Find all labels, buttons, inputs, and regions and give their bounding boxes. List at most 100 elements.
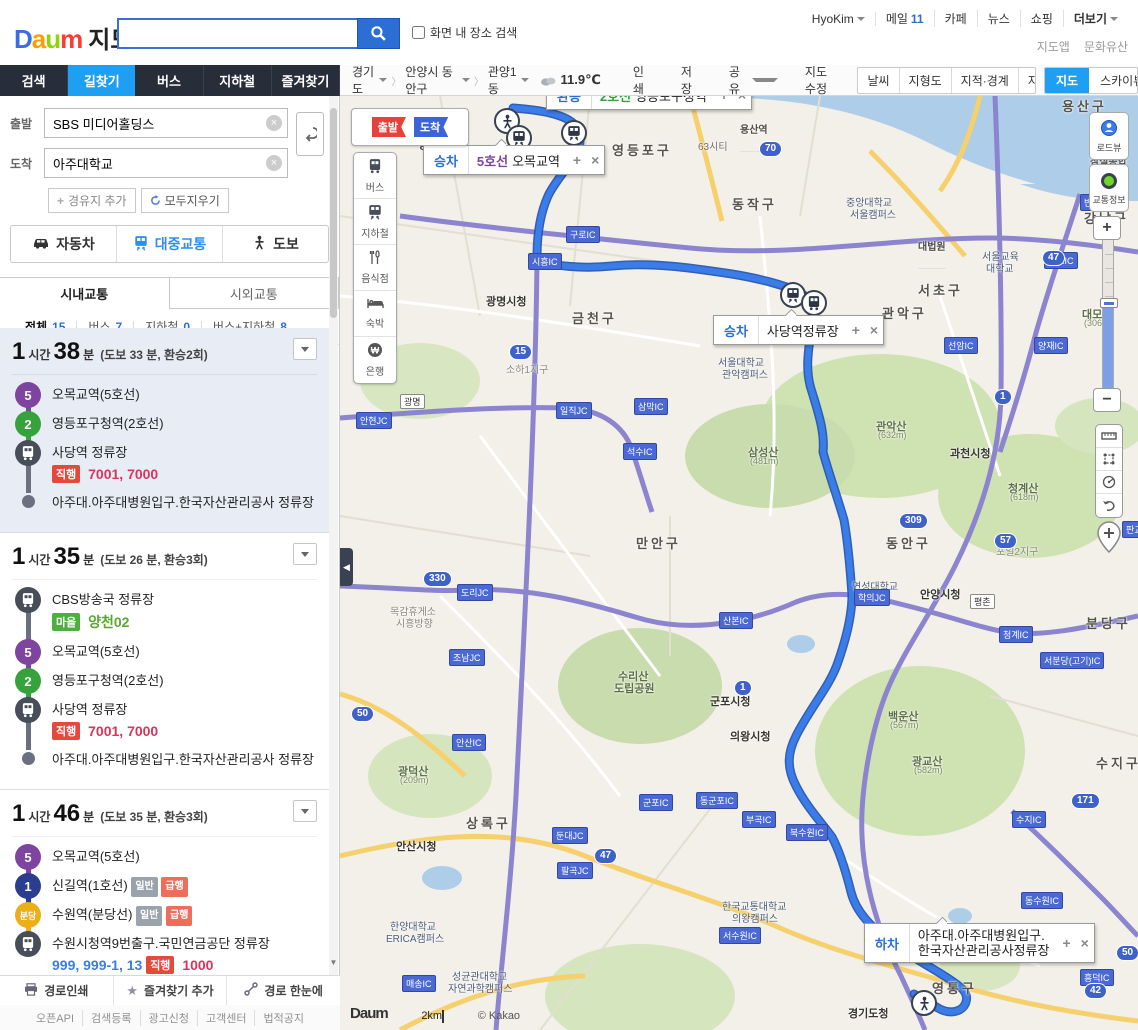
clear-all-button[interactable]: 모두지우기	[141, 188, 229, 213]
bubble-add-waypoint-icon[interactable]: +	[715, 96, 733, 103]
bubble-close-icon[interactable]: ×	[1076, 935, 1094, 951]
toolbar-link[interactable]: 인쇄	[615, 63, 663, 97]
bubble-close-icon[interactable]: ×	[586, 152, 604, 168]
swap-start-end-button[interactable]	[296, 112, 324, 156]
footer-link[interactable]: 오픈API	[28, 1010, 83, 1026]
map-info-bubble[interactable]: 승차5호선오목교역+×	[423, 145, 605, 175]
mode-tab-train[interactable]: 대중교통	[117, 226, 223, 262]
map-canvas[interactable]: 양천구영등포구63시티용산역용산구동작구강남구서초구관악구금천구광명시청중앙대학…	[340, 96, 1138, 1030]
scroll-down-icon[interactable]: ▼	[329, 958, 338, 967]
measure-distance-button[interactable]	[1096, 425, 1122, 448]
roadview-button[interactable]: 로드뷰	[1089, 112, 1129, 160]
mode-tab-car[interactable]: 자동차	[11, 226, 117, 262]
poi-button-food[interactable]: 음식점	[354, 245, 396, 291]
bus-number[interactable]: 양천02	[88, 614, 129, 630]
end-flag-button[interactable]: 도착	[414, 117, 448, 137]
zoom-slider-handle[interactable]	[1100, 298, 1118, 308]
sidebar-scrollbar[interactable]	[329, 96, 338, 975]
bubble-close-icon[interactable]: ×	[733, 96, 751, 103]
breadcrumb-item[interactable]: 경기도	[352, 63, 387, 97]
bus-number[interactable]: 999, 999-1, 13	[52, 957, 142, 973]
sidebar-collapse-handle[interactable]: ◀	[340, 548, 353, 586]
service-link[interactable]: 지도앱	[1037, 38, 1070, 55]
route-card[interactable]: 1시간35분(도보 26 분, 환승3회)CBS방송국 정류장마을 양천02 5…	[0, 533, 329, 790]
service-link[interactable]: 문화유산	[1084, 38, 1128, 55]
poi-button-bed[interactable]: 숙박	[354, 291, 396, 337]
action-route-overview[interactable]: 경로 한눈에	[227, 976, 340, 1005]
bus-number[interactable]: 7001, 7000	[88, 723, 158, 739]
bus-number[interactable]: 1000	[182, 957, 213, 973]
breadcrumb-item[interactable]: 관양1동	[488, 63, 529, 97]
poi-button-bus[interactable]: 버스	[354, 153, 396, 199]
map-info-bubble[interactable]: 승차사당역정류장+×	[713, 315, 884, 345]
nav-tab[interactable]: 지하철	[204, 65, 272, 96]
zoom-out-button[interactable]: −	[1093, 388, 1121, 412]
user-account[interactable]: HyoKim	[802, 12, 876, 26]
map-info-bubble[interactable]: 하차아주대.아주대병원입구.한국자산관리공사정류장+×	[864, 923, 1095, 963]
layer-button[interactable]: 지형도	[900, 68, 952, 93]
bubble-add-waypoint-icon[interactable]: +	[1057, 935, 1075, 951]
scrollbar-thumb[interactable]	[330, 108, 337, 318]
mode-tab-walk[interactable]: 도보	[223, 226, 328, 262]
top-link[interactable]: 메일11	[876, 10, 935, 27]
measure-area-button[interactable]	[1096, 448, 1122, 471]
clear-start-icon[interactable]: ×	[266, 115, 282, 131]
search-input[interactable]	[117, 18, 357, 49]
toolbar-link[interactable]: 공유	[711, 63, 787, 97]
zoom-slider[interactable]	[1102, 240, 1114, 388]
toolbar-link[interactable]: 지도수정	[787, 63, 852, 97]
footer-link[interactable]: 검색등록	[83, 1010, 140, 1026]
footer-link[interactable]: 법적공지	[255, 1010, 311, 1026]
bus-marker-icon[interactable]	[801, 290, 827, 316]
bubble-close-icon[interactable]: ×	[865, 322, 883, 338]
nav-tab[interactable]: 검색	[0, 65, 68, 96]
subway-marker-icon[interactable]	[561, 120, 587, 146]
top-link[interactable]: 쇼핑	[1021, 10, 1064, 27]
top-link[interactable]: 더보기	[1064, 10, 1128, 27]
poi-button-train[interactable]: 지하철	[354, 199, 396, 245]
bubble-add-waypoint-icon[interactable]: +	[847, 322, 865, 338]
breadcrumb-item[interactable]: 안양시 동안구	[405, 63, 470, 97]
expand-route-button[interactable]	[293, 800, 317, 822]
add-waypoint-button[interactable]: +경유지 추가	[48, 188, 136, 213]
search-button[interactable]	[357, 18, 400, 49]
expand-route-button[interactable]	[293, 338, 317, 360]
toolbar-link[interactable]: 저장	[663, 63, 711, 97]
clear-end-icon[interactable]: ×	[266, 155, 282, 171]
action-print-route[interactable]: 경로인쇄	[0, 976, 114, 1005]
in-screen-search[interactable]: 화면 내 장소 검색	[412, 24, 517, 41]
nav-tab[interactable]: 길찾기	[68, 65, 135, 96]
layer-button[interactable]: 날씨	[858, 68, 899, 93]
transit-tab[interactable]: 시외교통	[170, 277, 340, 309]
nav-tab[interactable]: 즐겨찾기	[272, 65, 340, 96]
route-card[interactable]: 1시간46분(도보 35 분, 환승3회)5오목교역(5호선)1신길역(1호선)…	[0, 790, 329, 975]
bubble-add-waypoint-icon[interactable]: +	[568, 152, 586, 168]
action-add-favorite[interactable]: ★즐겨찾기 추가	[114, 976, 228, 1005]
map-info-bubble[interactable]: 환승2호선영등포구청역+×	[546, 96, 752, 110]
start-flag-button[interactable]: 출발	[372, 117, 406, 137]
in-screen-search-checkbox[interactable]	[412, 26, 425, 39]
marker-tool-button[interactable]	[1095, 520, 1123, 554]
bus-number[interactable]: 7001, 7000	[88, 466, 158, 482]
view-button[interactable]: 지도	[1045, 68, 1089, 93]
walk-marker-icon[interactable]	[911, 990, 937, 1016]
transit-tab[interactable]: 시내교통	[0, 277, 170, 309]
footer-link[interactable]: 광고신청	[141, 1010, 198, 1026]
route-card[interactable]: 1시간38분(도보 33 분, 환승2회)5오목교역(5호선)2영등포구청역(2…	[0, 328, 329, 533]
top-link[interactable]: 카페	[935, 10, 978, 27]
start-input[interactable]	[44, 108, 288, 138]
measure-radius-button[interactable]	[1096, 471, 1122, 494]
top-link[interactable]: 뉴스	[978, 10, 1021, 27]
layer-button[interactable]: 자전거	[1019, 68, 1036, 93]
undo-button[interactable]	[1096, 494, 1122, 517]
traffic-info-button[interactable]: 교통정보	[1089, 164, 1129, 212]
expand-route-button[interactable]	[293, 543, 317, 565]
view-button[interactable]: 스카이뷰	[1089, 68, 1138, 93]
poi-button-bank[interactable]: ₩은행	[354, 337, 396, 383]
zoom-in-button[interactable]: +	[1093, 216, 1121, 240]
daum-logo[interactable]: Daum지도	[14, 20, 132, 55]
footer-link[interactable]: 고객센터	[198, 1010, 255, 1026]
layer-button[interactable]: 지적·경계	[952, 68, 1019, 93]
end-input[interactable]	[44, 148, 288, 178]
nav-tab[interactable]: 버스	[135, 65, 203, 96]
